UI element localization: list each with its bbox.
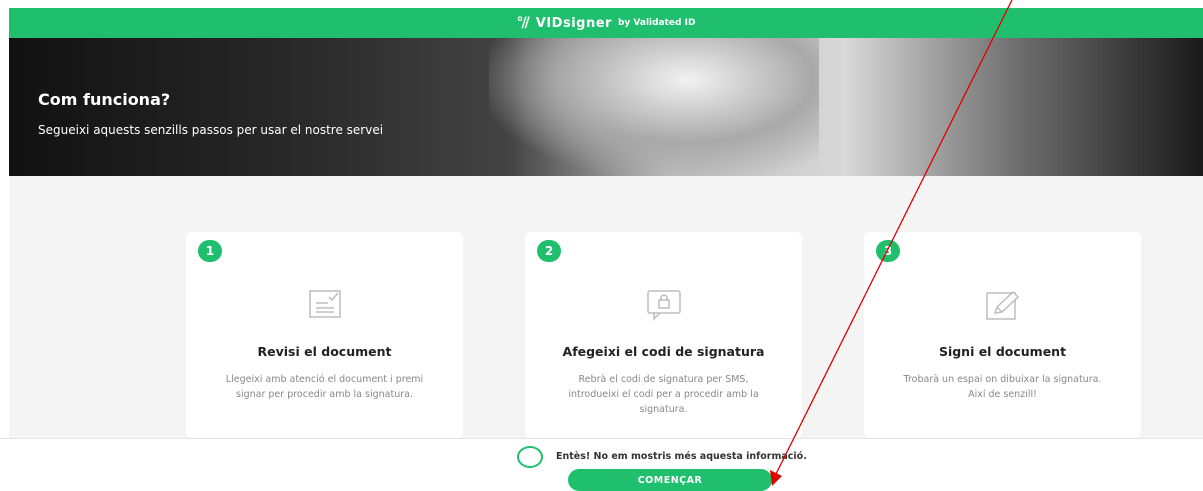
step-card-2: 2 Afegeixi el codi de signatura Rebrà el… xyxy=(525,232,802,438)
step-title: Signi el document xyxy=(938,344,1067,359)
dont-show-again-checkbox[interactable] xyxy=(517,446,543,468)
hero-background-image xyxy=(489,38,819,176)
step-card-1: 1 Revisi el document Llegeixi amb atenci… xyxy=(186,232,463,438)
step-title: Afegeixi el codi de signatura xyxy=(562,344,765,359)
step-card-3: 3 Signi el document Trobarà un espai on … xyxy=(864,232,1141,438)
top-brand-bar: °// VIDsigner by Validated ID xyxy=(9,8,1203,38)
vidsigner-logo-icon: °// xyxy=(516,15,530,31)
step-description: Rebrà el codi de signatura per SMS, intr… xyxy=(568,374,759,415)
hero-banner: Com funciona? Segueixi aquests senzills … xyxy=(9,38,1203,176)
hero-subtitle: Segueixi aquests senzills passos per usa… xyxy=(38,123,384,137)
pen-sign-icon xyxy=(985,289,1021,325)
brand-subtitle: by Validated ID xyxy=(617,18,696,28)
dont-show-again-label: Entès! No em mostris més aquesta informa… xyxy=(556,451,807,462)
sms-lock-icon xyxy=(646,289,682,325)
brand-name: VIDsigner xyxy=(535,15,612,31)
step-number-badge: 2 xyxy=(537,240,561,262)
step-description: Trobarà un espai on dibuixar la signatur… xyxy=(903,374,1102,400)
step-description: Llegeixi amb atenció el document i premi… xyxy=(225,374,424,400)
step-number-badge: 1 xyxy=(198,240,222,262)
document-icon xyxy=(308,289,342,323)
step-title: Revisi el document xyxy=(257,344,392,359)
hero-title: Com funciona? xyxy=(38,90,171,109)
step-number-badge: 3 xyxy=(876,240,900,262)
